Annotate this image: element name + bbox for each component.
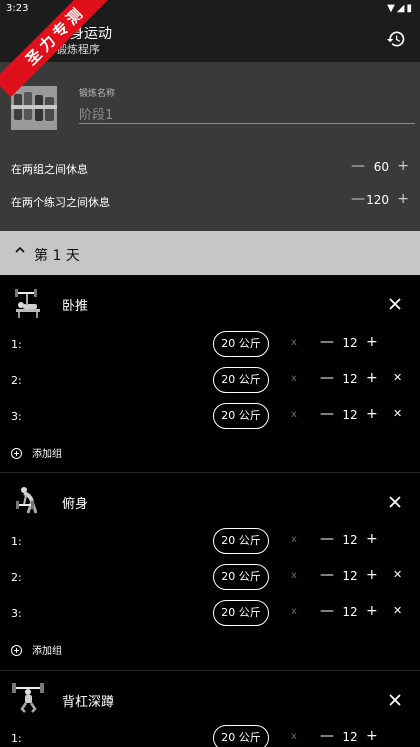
reps-decrease-button[interactable]: — bbox=[320, 728, 334, 744]
times-sign: x bbox=[291, 606, 297, 617]
status-icons: ▼◢▮ bbox=[387, 3, 414, 14]
times-sign: x bbox=[291, 731, 297, 742]
add-set-label: 添加组 bbox=[32, 646, 62, 657]
set-row: 2: 20 公斤 x — 12 + ✕ bbox=[0, 564, 420, 592]
reps-value: 12 bbox=[342, 336, 358, 350]
status-time: 3:23 bbox=[6, 3, 29, 14]
reps-decrease-button[interactable]: — bbox=[320, 531, 334, 547]
times-sign: x bbox=[291, 534, 297, 545]
reps-increase-button[interactable]: + bbox=[366, 334, 378, 350]
exercise-name: 俯身 bbox=[62, 497, 89, 512]
delete-set-icon[interactable]: ✕ bbox=[393, 371, 402, 384]
set-row: 3: 20 公斤 x — 12 + ✕ bbox=[0, 600, 420, 628]
set-row: 3: 20 公斤 x — 12 + ✕ bbox=[0, 403, 420, 431]
set-row: 2: 20 公斤 x — 12 + ✕ bbox=[0, 367, 420, 395]
exercise-name: 背杠深蹲 bbox=[62, 695, 115, 710]
exercise-name: 卧推 bbox=[62, 299, 89, 314]
reps-increase-button[interactable]: + bbox=[366, 603, 378, 619]
weight-button[interactable]: 20 公斤 bbox=[213, 725, 269, 747]
add-set-button[interactable]: 添加组 bbox=[11, 445, 62, 460]
remove-exercise-close-icon[interactable] bbox=[388, 693, 402, 707]
history-icon[interactable] bbox=[386, 29, 406, 49]
plus-circle-icon bbox=[11, 448, 22, 459]
day-label: 第 1 天 bbox=[34, 248, 80, 264]
set-number: 2: bbox=[11, 571, 22, 584]
times-sign: x bbox=[291, 570, 297, 581]
set-number: 1: bbox=[11, 338, 22, 351]
weight-button[interactable]: 20 公斤 bbox=[213, 564, 269, 590]
weight-button[interactable]: 20 公斤 bbox=[213, 600, 269, 626]
set-number: 1: bbox=[11, 732, 22, 745]
rest-sets-increase-button[interactable]: + bbox=[397, 158, 409, 174]
set-number: 3: bbox=[11, 607, 22, 620]
rest-between-exercises-label: 在两个练习之间休息 bbox=[11, 196, 110, 209]
bench-press-icon bbox=[15, 289, 40, 318]
remove-exercise-close-icon[interactable] bbox=[388, 297, 402, 311]
add-set-label: 添加组 bbox=[32, 449, 62, 460]
bent-over-row-icon bbox=[16, 487, 38, 514]
delete-set-icon[interactable]: ✕ bbox=[393, 604, 402, 617]
chevron-up-icon bbox=[15, 246, 25, 253]
set-row: 1: 20 公斤 x — 12 + bbox=[0, 725, 420, 747]
reps-decrease-button[interactable]: — bbox=[320, 406, 334, 422]
reps-increase-button[interactable]: + bbox=[366, 728, 378, 744]
delete-set-icon[interactable]: ✕ bbox=[393, 568, 402, 581]
reps-value: 12 bbox=[342, 569, 358, 583]
rest-sets-value: 60 bbox=[373, 160, 389, 174]
plus-circle-icon bbox=[11, 645, 22, 656]
reps-value: 12 bbox=[342, 372, 358, 386]
routine-panel: 锻炼名称 阶段1 在两组之间休息 — 60 + 在两个练习之间休息 — 120 … bbox=[0, 62, 420, 231]
reps-decrease-button[interactable]: — bbox=[320, 603, 334, 619]
reps-increase-button[interactable]: + bbox=[366, 531, 378, 547]
reps-increase-button[interactable]: + bbox=[366, 370, 378, 386]
add-set-button[interactable]: 添加组 bbox=[11, 642, 62, 657]
reps-value: 12 bbox=[342, 408, 358, 422]
weight-button[interactable]: 20 公斤 bbox=[213, 331, 269, 357]
back-squat-icon bbox=[12, 683, 44, 713]
reps-value: 12 bbox=[342, 605, 358, 619]
exercise-card: 俯身 1: 20 公斤 x — 12 + 2: 20 公斤 x — 12 + ✕… bbox=[0, 473, 420, 670]
reps-increase-button[interactable]: + bbox=[366, 567, 378, 583]
rest-exercises-value: 120 bbox=[366, 193, 389, 207]
set-row: 1: 20 公斤 x — 12 + bbox=[0, 528, 420, 556]
weight-button[interactable]: 20 公斤 bbox=[213, 367, 269, 393]
weight-button[interactable]: 20 公斤 bbox=[213, 528, 269, 554]
reps-decrease-button[interactable]: — bbox=[320, 370, 334, 386]
reps-decrease-button[interactable]: — bbox=[320, 567, 334, 583]
routine-name-label: 锻炼名称 bbox=[79, 89, 116, 99]
routine-name-input[interactable]: 阶段1 bbox=[79, 102, 415, 124]
delete-set-icon[interactable]: ✕ bbox=[393, 407, 402, 420]
rest-between-exercises-row: 在两个练习之间休息 — 120 + bbox=[11, 191, 411, 211]
times-sign: x bbox=[291, 337, 297, 348]
day-header[interactable]: 第 1 天 bbox=[0, 231, 420, 275]
weight-button[interactable]: 20 公斤 bbox=[213, 403, 269, 429]
set-number: 2: bbox=[11, 374, 22, 387]
reps-value: 12 bbox=[342, 533, 358, 547]
times-sign: x bbox=[291, 409, 297, 420]
rest-exercises-increase-button[interactable]: + bbox=[397, 191, 409, 207]
remove-exercise-close-icon[interactable] bbox=[388, 495, 402, 509]
reps-decrease-button[interactable]: — bbox=[320, 334, 334, 350]
set-number: 3: bbox=[11, 410, 22, 423]
exercise-card: 背杠深蹲 1: 20 公斤 x — 12 + bbox=[0, 671, 420, 747]
set-row: 1: 20 公斤 x — 12 + bbox=[0, 331, 420, 359]
rest-between-sets-label: 在两组之间休息 bbox=[11, 163, 88, 176]
times-sign: x bbox=[291, 373, 297, 384]
rest-between-sets-row: 在两组之间休息 — 60 + bbox=[11, 158, 411, 178]
reps-value: 12 bbox=[342, 730, 358, 744]
set-number: 1: bbox=[11, 535, 22, 548]
exercise-card: 卧推 1: 20 公斤 x — 12 + 2: 20 公斤 x — 12 + ✕… bbox=[0, 275, 420, 472]
reps-increase-button[interactable]: + bbox=[366, 406, 378, 422]
routine-thumbnail[interactable] bbox=[11, 86, 57, 130]
